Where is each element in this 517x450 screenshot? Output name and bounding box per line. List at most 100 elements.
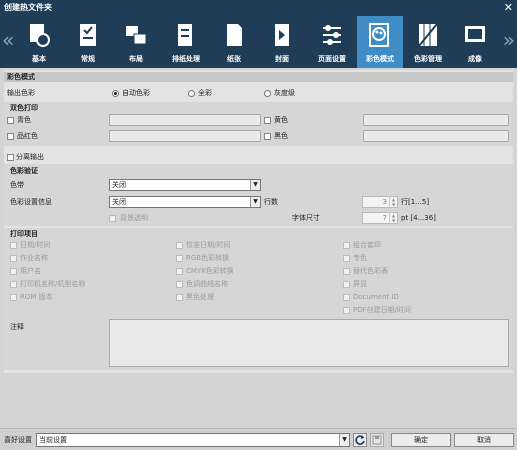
checkbox-print-item[interactable] [343, 281, 350, 288]
black-field[interactable] [363, 130, 509, 142]
checkbox-background-transparent[interactable] [109, 215, 116, 222]
general-icon [80, 24, 96, 46]
font-size-value: 7 [382, 214, 387, 222]
color-management-icon [418, 23, 438, 47]
print-item-label: CMYK色彩转换 [186, 267, 234, 275]
cancel-button[interactable]: 取消 [454, 433, 514, 447]
tab-basic[interactable]: 基本 [17, 16, 61, 68]
checkbox-print-item[interactable] [343, 294, 350, 301]
notes-textarea[interactable] [109, 319, 509, 367]
magenta-field[interactable] [109, 130, 261, 142]
color-mode-icon [369, 23, 389, 47]
radio-auto-color-label: 自动色彩 [122, 89, 150, 97]
magenta-label: 品红色 [17, 132, 38, 140]
checkbox-print-item[interactable] [10, 268, 17, 275]
preference-value: 当前设置 [39, 436, 67, 444]
tab-label: 常规 [81, 55, 95, 63]
lines-range: 行[1...5] [401, 198, 430, 206]
checkbox-print-item[interactable] [343, 242, 350, 249]
checkbox-print-item[interactable] [343, 268, 350, 275]
window-title: 创建热文件夹 [4, 3, 52, 12]
spin-arrows-icon[interactable]: ▲ ▼ [389, 213, 397, 223]
checkbox-print-item[interactable] [10, 294, 17, 301]
refresh-button[interactable] [353, 433, 367, 447]
print-items-title: 打印项目 [10, 230, 38, 238]
checkbox-print-item[interactable] [176, 242, 183, 249]
ok-button[interactable]: 确定 [391, 433, 451, 447]
imaging-icon [465, 26, 485, 42]
preference-select[interactable]: 当前设置 ▼ [36, 433, 350, 447]
print-item-label: Document ID [353, 293, 399, 301]
tab-label: 基本 [32, 55, 46, 63]
print-item-label: 用户名 [20, 267, 41, 275]
checkbox-cyan[interactable] [7, 117, 14, 124]
color-band-label: 色带 [10, 181, 24, 189]
tab-label: 页面设置 [318, 55, 346, 63]
print-item-label: ROM 版本 [20, 293, 53, 301]
basic-settings-icon [30, 24, 50, 47]
yellow-field[interactable] [363, 114, 509, 126]
scroll-left-icon[interactable]: « [2, 30, 14, 50]
black-label: 黑色 [274, 132, 288, 140]
radio-full-color[interactable] [188, 90, 195, 97]
tab-layout[interactable]: 布局 [114, 16, 158, 68]
cyan-field[interactable] [109, 114, 261, 126]
footer-bar: 喜好设置 当前设置 ▼ 确定 取消 [0, 428, 517, 450]
chevron-down-icon: ▼ [250, 180, 260, 190]
background-transparent-label: 背景透明 [120, 214, 148, 222]
tab-color-management[interactable]: 色彩管理 [406, 16, 450, 68]
tab-paper[interactable]: 纸张 [212, 16, 256, 68]
print-item-label: PDF创建日期/时间 [353, 306, 411, 314]
print-item-label: 替代色彩表 [353, 267, 388, 275]
tab-label: 色彩管理 [414, 55, 442, 63]
tab-page-setup[interactable]: 页面设置 [310, 16, 354, 68]
print-item-label: 屏显 [353, 280, 367, 288]
yellow-label: 黄色 [274, 116, 288, 124]
checkbox-print-item[interactable] [176, 268, 183, 275]
tab-label: 布局 [129, 55, 143, 63]
tab-label: 彩色模式 [366, 55, 394, 63]
verification-title: 色彩验证 [10, 167, 38, 175]
output-color-label: 输出色彩 [7, 89, 35, 97]
settings-panel: 彩色模式 输出色彩 自动色彩 全彩 灰度级 双色打印 青色 黄色 品红色 黑色 … [4, 70, 513, 373]
font-size-stepper[interactable]: 7 ▲ ▼ [362, 212, 398, 224]
checkbox-magenta[interactable] [7, 133, 14, 140]
tab-imaging[interactable]: 成像 [453, 16, 497, 68]
paper-icon [227, 24, 242, 46]
section-color-mode: 彩色模式 [4, 72, 513, 82]
save-preset-button[interactable] [370, 433, 384, 447]
lines-value: 3 [382, 198, 387, 206]
close-icon[interactable]: ✕ [504, 0, 513, 16]
checkbox-black[interactable] [264, 133, 271, 140]
checkbox-print-item[interactable] [343, 255, 350, 262]
tab-color-mode[interactable]: 彩色模式 [357, 16, 403, 68]
tab-label: 成像 [468, 55, 482, 63]
settings-info-select[interactable]: 关闭 ▼ [109, 196, 261, 208]
checkbox-print-item[interactable] [10, 255, 17, 262]
lines-stepper[interactable]: 3 ▲ ▼ [362, 196, 398, 208]
color-band-value: 关闭 [112, 181, 126, 189]
checkbox-print-item[interactable] [176, 281, 183, 288]
scroll-right-icon[interactable]: » [503, 30, 515, 50]
checkbox-print-item[interactable] [10, 281, 17, 288]
checkbox-separation[interactable] [7, 154, 14, 161]
checkbox-print-item[interactable] [176, 294, 183, 301]
radio-grayscale[interactable] [264, 90, 271, 97]
spin-arrows-icon[interactable]: ▲ ▼ [389, 197, 397, 207]
tab-output[interactable]: 排纸处理 [164, 16, 208, 68]
verification-panel [4, 164, 513, 226]
title-bar: 创建热文件夹 ✕ [0, 0, 517, 16]
notes-label: 注释 [10, 323, 24, 331]
checkbox-yellow[interactable] [264, 117, 271, 124]
layout-icon [126, 26, 147, 45]
refresh-icon [355, 435, 365, 445]
checkbox-print-item[interactable] [343, 307, 350, 314]
tab-cover[interactable]: 封面 [260, 16, 304, 68]
checkbox-print-item[interactable] [10, 242, 17, 249]
radio-full-color-label: 全彩 [198, 89, 212, 97]
tab-general[interactable]: 常规 [66, 16, 110, 68]
print-item-label: 作业名称 [20, 254, 48, 262]
radio-auto-color[interactable] [112, 90, 119, 97]
color-band-select[interactable]: 关闭 ▼ [109, 179, 261, 191]
checkbox-print-item[interactable] [176, 255, 183, 262]
